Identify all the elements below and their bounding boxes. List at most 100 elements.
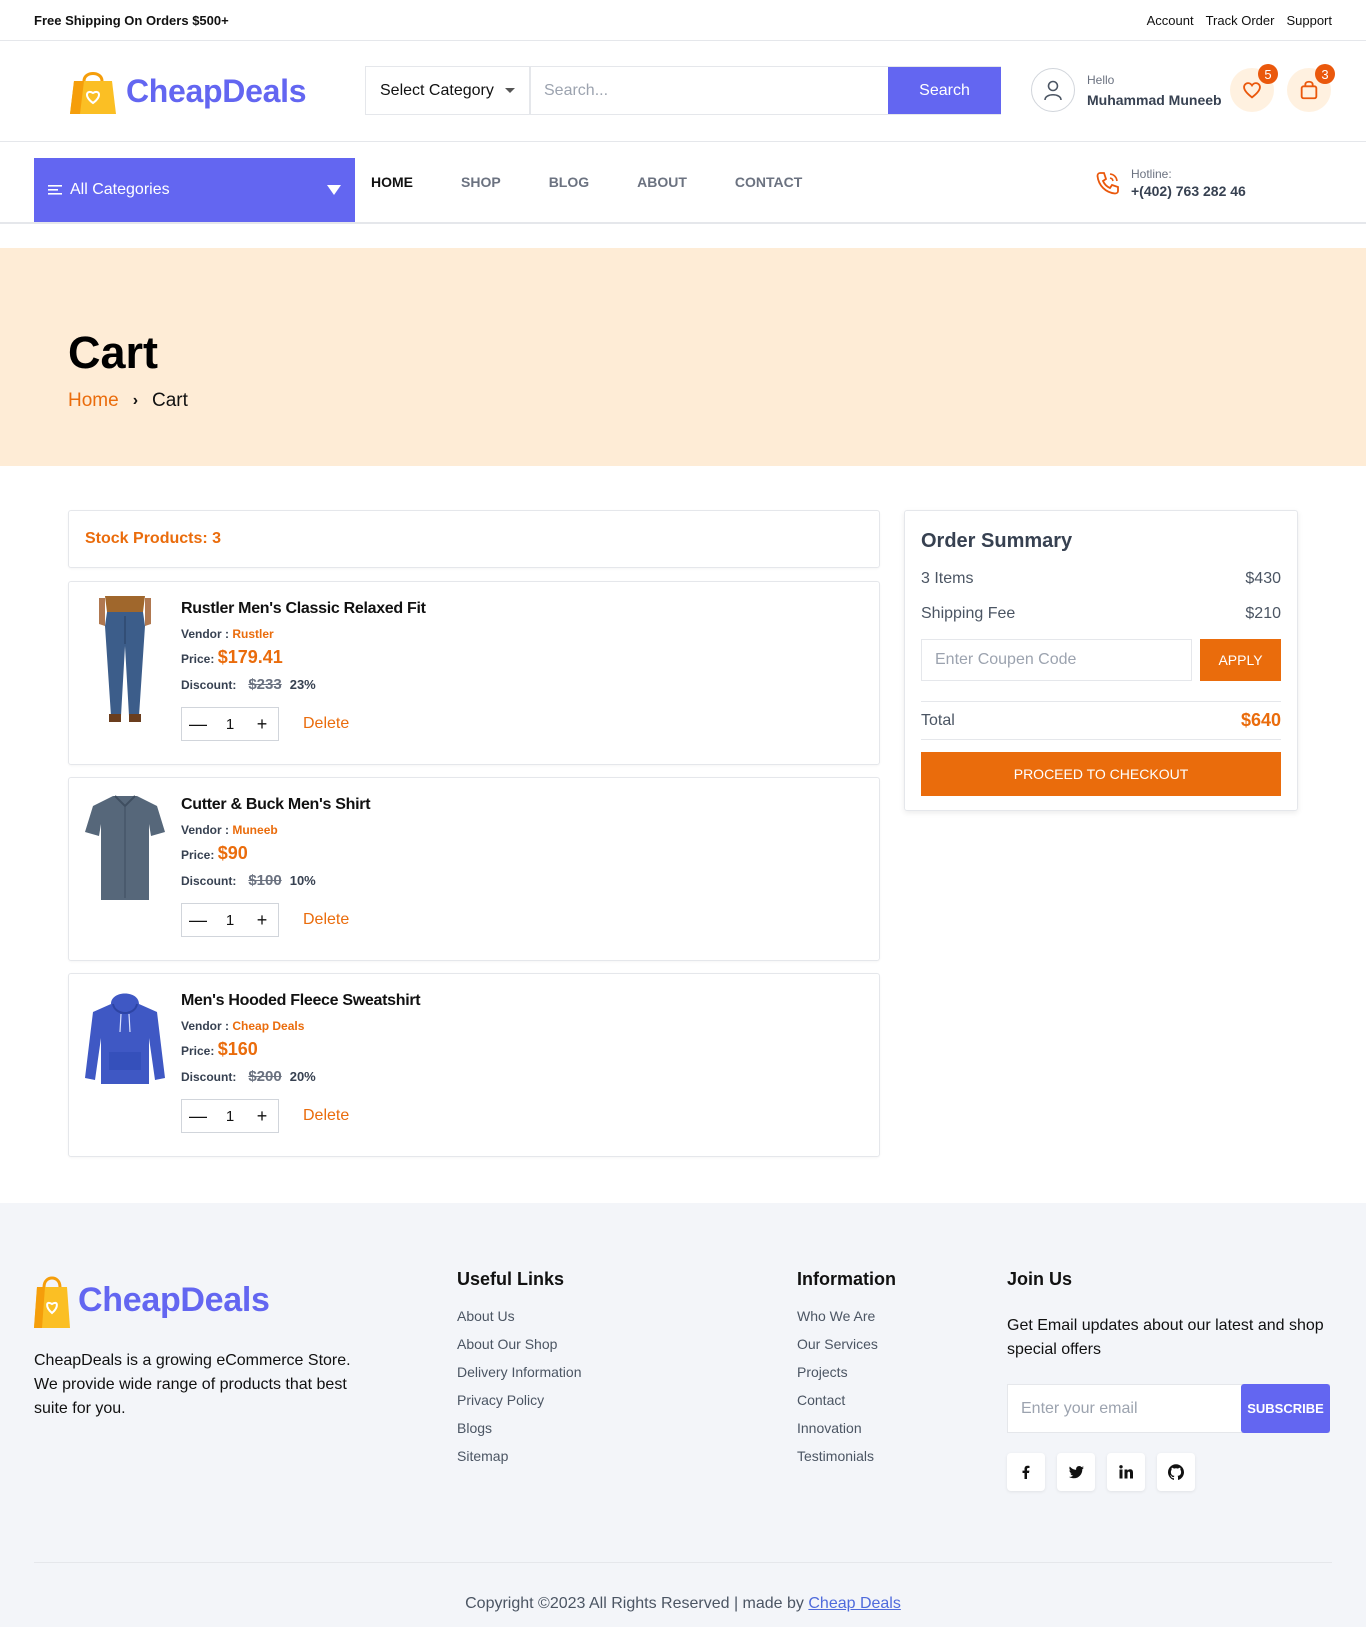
wishlist-button[interactable]: 5 xyxy=(1230,64,1278,112)
site-footer: CheapDeals CheapDeals is a growing eComm… xyxy=(0,1203,1366,1627)
price-value: $179.41 xyxy=(217,647,283,667)
nav-home[interactable]: HOME xyxy=(371,174,413,190)
quantity-stepper: — 1 + xyxy=(181,707,279,741)
plus-icon[interactable]: + xyxy=(246,708,278,740)
shirt-product-image xyxy=(85,795,165,900)
hoodie-product-image xyxy=(85,993,165,1084)
quantity-value: 1 xyxy=(225,715,235,733)
breadcrumb-home[interactable]: Home xyxy=(68,390,119,412)
discount-label: Discount: xyxy=(181,873,237,888)
subscribe-button[interactable]: SUBSCRIBE xyxy=(1241,1384,1330,1433)
apply-coupon-button[interactable]: APPLY xyxy=(1200,639,1281,681)
shipping-row: Shipping Fee $210 xyxy=(921,605,1281,623)
cart-item: Rustler Men's Classic Relaxed Fit Vendor… xyxy=(68,581,880,765)
github-icon[interactable] xyxy=(1157,1453,1195,1491)
join-us: Join Us Get Email updates about our late… xyxy=(1007,1269,1337,1491)
minus-icon[interactable]: — xyxy=(182,904,214,936)
items-row: 3 Items $430 xyxy=(921,570,1281,588)
subscribe-form: SUBSCRIBE xyxy=(1007,1384,1330,1433)
footer-link-contact[interactable]: Contact xyxy=(797,1386,896,1414)
category-select[interactable]: Select Category xyxy=(366,67,531,114)
old-price: $200 xyxy=(248,1068,282,1085)
quantity-stepper: — 1 + xyxy=(181,903,279,937)
page-banner: Cart Home › Cart xyxy=(0,248,1366,466)
delete-button[interactable]: Delete xyxy=(303,1107,349,1125)
product-price: Price: $160 xyxy=(181,1039,420,1060)
copyright: Copyright ©2023 All Rights Reserved | ma… xyxy=(0,1595,1366,1613)
delete-button[interactable]: Delete xyxy=(303,715,349,733)
minus-icon[interactable]: — xyxy=(182,708,214,740)
category-select-value: Select Category xyxy=(380,81,494,99)
cart-item-info: Rustler Men's Classic Relaxed Fit Vendor… xyxy=(181,600,426,741)
vendor-name[interactable]: Rustler xyxy=(232,627,273,641)
nav-blog[interactable]: BLOG xyxy=(549,174,589,190)
main-nav: All Categories HOME SHOP BLOG ABOUT CONT… xyxy=(0,142,1366,224)
product-name[interactable]: Men's Hooded Fleece Sweatshirt xyxy=(181,992,421,1010)
footer-link-services[interactable]: Our Services xyxy=(797,1330,896,1358)
footer-link-projects[interactable]: Projects xyxy=(797,1358,896,1386)
account-link[interactable]: Account xyxy=(1147,13,1194,28)
footer-link-about-shop[interactable]: About Our Shop xyxy=(457,1330,582,1358)
product-name[interactable]: Rustler Men's Classic Relaxed Fit xyxy=(181,600,426,618)
facebook-icon[interactable] xyxy=(1007,1453,1045,1491)
cart-item-info: Men's Hooded Fleece Sweatshirt Vendor : … xyxy=(181,992,421,1133)
cart-item: Cutter & Buck Men's Shirt Vendor : Munee… xyxy=(68,777,880,961)
footer-link-blogs[interactable]: Blogs xyxy=(457,1414,582,1442)
footer-link-sitemap[interactable]: Sitemap xyxy=(457,1442,582,1470)
total-value: $640 xyxy=(1240,710,1281,730)
vendor-name[interactable]: Cheap Deals xyxy=(232,1019,304,1033)
email-input[interactable] xyxy=(1008,1385,1241,1432)
all-categories-dropdown[interactable]: All Categories xyxy=(34,158,355,222)
user-account[interactable]: Hello Muhammad Muneeb xyxy=(1031,68,1222,112)
twitter-icon[interactable] xyxy=(1057,1453,1095,1491)
stock-products-header: Stock Products: 3 xyxy=(68,510,880,568)
nav-about[interactable]: ABOUT xyxy=(637,174,687,190)
track-order-link[interactable]: Track Order xyxy=(1206,13,1275,28)
search-input[interactable] xyxy=(531,67,888,114)
footer-link-about-us[interactable]: About Us xyxy=(457,1302,582,1330)
user-greeting: Hello xyxy=(1087,72,1115,87)
top-bar: Free Shipping On Orders $500+ Account Tr… xyxy=(0,0,1366,41)
delete-button[interactable]: Delete xyxy=(303,911,349,929)
items-value: $430 xyxy=(1245,570,1281,587)
footer-logo[interactable]: CheapDeals xyxy=(34,1271,270,1329)
footer-link-who-we-are[interactable]: Who We Are xyxy=(797,1302,896,1330)
total-label: Total xyxy=(921,711,955,729)
items-label: 3 Items xyxy=(921,570,974,587)
plus-icon[interactable]: + xyxy=(246,904,278,936)
user-name: Muhammad Muneeb xyxy=(1087,91,1222,108)
shopping-bag-logo-icon xyxy=(34,1276,70,1328)
chevron-down-icon xyxy=(505,88,515,93)
cart-item-actions: — 1 + Delete xyxy=(181,903,370,937)
logo[interactable]: CheapDeals xyxy=(70,67,307,115)
heart-icon xyxy=(1243,82,1261,99)
cart-item-actions: — 1 + Delete xyxy=(181,707,426,741)
coupon-form: APPLY xyxy=(921,639,1281,681)
vendor-label: Vendor : xyxy=(181,627,230,641)
discount-percent: 23% xyxy=(289,677,316,692)
old-price: $233 xyxy=(248,676,282,693)
nav-contact[interactable]: CONTACT xyxy=(735,174,802,190)
footer-link-innovation[interactable]: Innovation xyxy=(797,1414,896,1442)
minus-icon[interactable]: — xyxy=(182,1100,214,1132)
hotline-number[interactable]: +(402) 763 282 46 xyxy=(1131,183,1246,199)
footer-link-privacy[interactable]: Privacy Policy xyxy=(457,1386,582,1414)
breadcrumb-current: Cart xyxy=(152,390,188,411)
search-button[interactable]: Search xyxy=(888,67,1001,114)
proceed-to-checkout-button[interactable]: PROCEED TO CHECKOUT xyxy=(921,752,1281,796)
footer-link-testimonials[interactable]: Testimonials xyxy=(797,1442,896,1470)
linkedin-icon[interactable] xyxy=(1107,1453,1145,1491)
product-name[interactable]: Cutter & Buck Men's Shirt xyxy=(181,796,371,814)
plus-icon[interactable]: + xyxy=(246,1100,278,1132)
cart-button[interactable]: 3 xyxy=(1287,64,1335,112)
vendor-name[interactable]: Muneeb xyxy=(232,823,277,837)
nav-shop[interactable]: SHOP xyxy=(461,174,501,190)
product-vendor: Vendor : Rustler xyxy=(181,627,426,641)
cart-item-info: Cutter & Buck Men's Shirt Vendor : Munee… xyxy=(181,796,371,937)
coupon-input[interactable] xyxy=(921,639,1192,681)
support-link[interactable]: Support xyxy=(1286,13,1332,28)
vendor-label: Vendor : xyxy=(181,1019,230,1033)
copyright-link[interactable]: Cheap Deals xyxy=(808,1595,901,1612)
footer-link-delivery[interactable]: Delivery Information xyxy=(457,1358,582,1386)
search-bar: Select Category Search xyxy=(365,66,1001,115)
